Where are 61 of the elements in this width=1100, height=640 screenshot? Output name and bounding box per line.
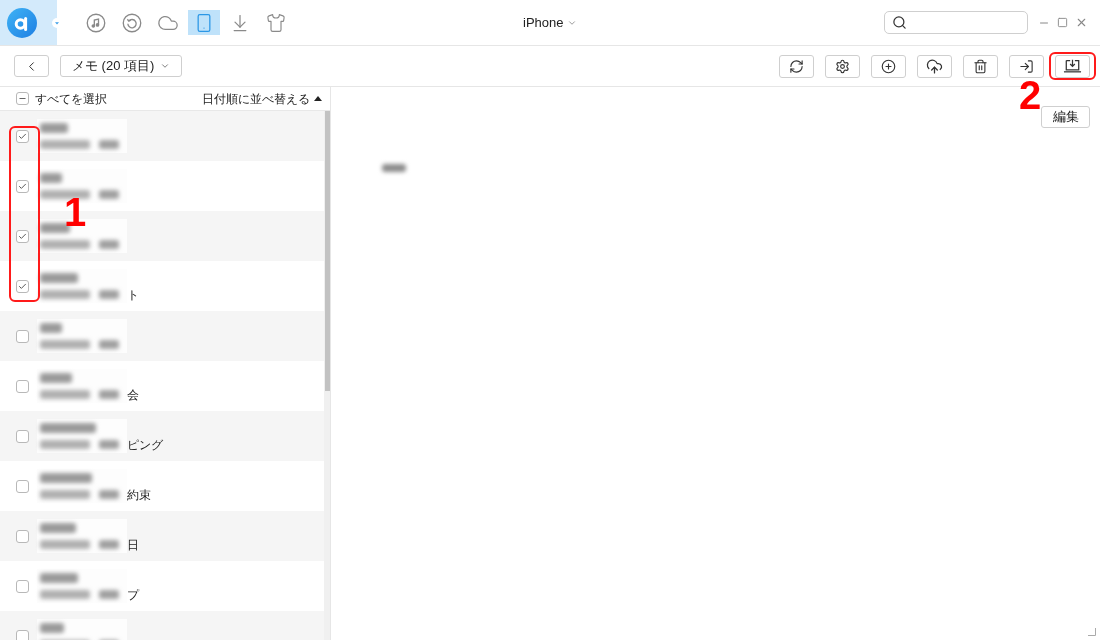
plus-circle-icon xyxy=(881,58,896,74)
check-icon xyxy=(18,282,27,291)
note-preview-text: 約束 xyxy=(127,488,151,502)
note-row[interactable] xyxy=(0,311,324,361)
t-shirt-icon xyxy=(266,12,286,33)
settings-icon xyxy=(835,58,850,74)
note-preview-text: ピング xyxy=(127,438,163,452)
export-to-computer-button[interactable] xyxy=(1055,54,1090,78)
music-note-icon xyxy=(86,12,106,33)
checkbox[interactable] xyxy=(16,580,29,593)
search-field[interactable] xyxy=(884,11,1028,34)
checkbox[interactable] xyxy=(16,380,29,393)
checkbox[interactable] xyxy=(16,480,29,493)
sort-button[interactable]: 日付順に並べ替える xyxy=(202,89,322,108)
trash-icon xyxy=(973,58,988,74)
maximize-icon[interactable] xyxy=(1057,17,1068,28)
resize-grip-icon[interactable] xyxy=(1088,628,1096,636)
select-all-control[interactable]: すべてを選択 xyxy=(16,89,107,108)
search-icon xyxy=(892,15,907,30)
check-icon xyxy=(18,132,27,141)
checkbox[interactable] xyxy=(16,280,29,293)
note-preview-text: 会 xyxy=(127,388,139,402)
edit-button[interactable]: 編集 xyxy=(1041,106,1090,128)
checkbox[interactable] xyxy=(16,130,29,143)
close-icon[interactable] xyxy=(1075,16,1088,29)
note-row[interactable]: ピング xyxy=(0,411,324,461)
app-logo-icon xyxy=(7,7,37,38)
import-arrow-icon xyxy=(1019,58,1034,74)
checkbox[interactable] xyxy=(16,630,29,640)
check-icon xyxy=(18,182,27,191)
add-button[interactable] xyxy=(871,54,906,78)
checkbox[interactable] xyxy=(16,230,29,243)
history-icon xyxy=(122,12,142,33)
upload-button[interactable] xyxy=(917,54,952,78)
refresh-button[interactable] xyxy=(779,54,814,78)
send-to-device-button[interactable] xyxy=(1009,54,1044,78)
device-selector[interactable]: iPhone xyxy=(523,12,578,33)
dropdown-caret-icon xyxy=(52,17,62,28)
note-row[interactable]: 日 xyxy=(0,511,324,561)
note-preview-text: 日 xyxy=(127,538,139,552)
refresh-icon xyxy=(789,58,804,74)
note-preview-text: プ xyxy=(127,588,139,602)
checkbox[interactable] xyxy=(16,92,29,105)
chevron-down-icon xyxy=(160,61,171,71)
step-number: 2 xyxy=(1019,80,1042,110)
checkbox[interactable] xyxy=(16,430,29,443)
note-preview-text: ト xyxy=(127,288,139,302)
category-dropdown[interactable]: メモ (20 項目) xyxy=(60,55,183,77)
nav-tab[interactable] xyxy=(188,10,220,35)
delete-button[interactable] xyxy=(963,54,998,78)
scrollbar-thumb[interactable] xyxy=(325,111,330,391)
note-row[interactable] xyxy=(0,111,324,161)
checkbox[interactable] xyxy=(16,180,29,193)
cloud-upload-icon xyxy=(926,57,943,75)
highlight-frame xyxy=(1049,52,1096,80)
checkbox[interactable] xyxy=(16,530,29,543)
checkbox[interactable] xyxy=(16,330,29,343)
check-icon xyxy=(18,232,27,241)
settings-button[interactable] xyxy=(825,54,860,78)
laptop-download-icon xyxy=(1063,59,1082,73)
step-number: 1 xyxy=(64,197,87,227)
